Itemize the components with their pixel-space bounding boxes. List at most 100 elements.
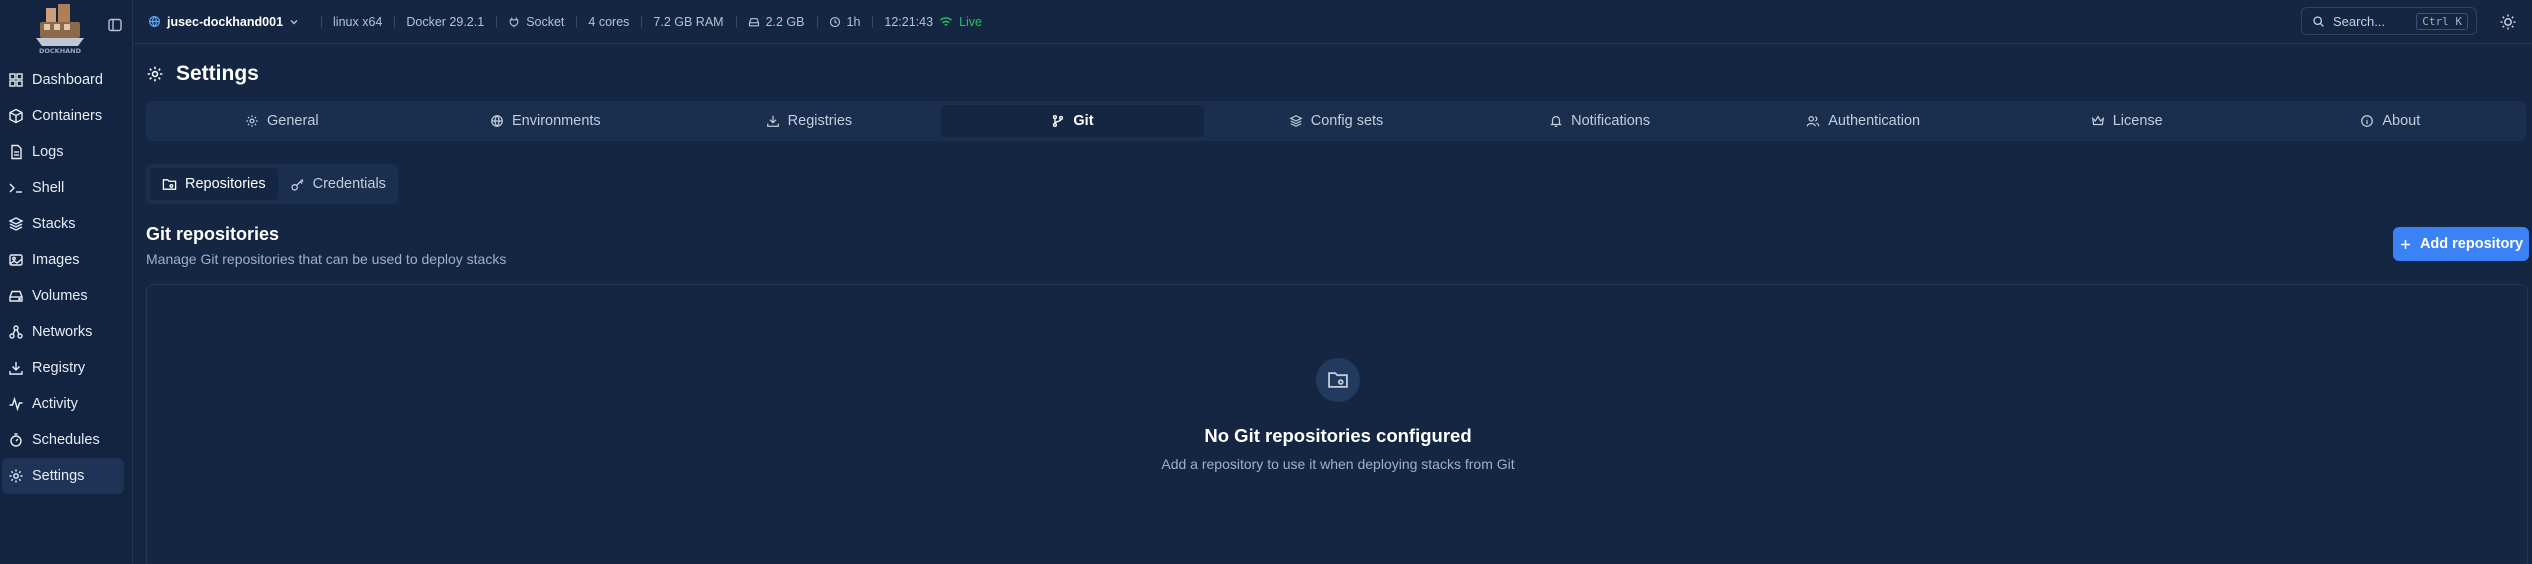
tab-registries[interactable]: Registries	[677, 105, 941, 137]
sidebar-item-label: Activity	[32, 396, 78, 412]
globe-icon	[491, 115, 503, 128]
page-title-text: Settings	[176, 62, 259, 85]
cores-text: 4 cores	[588, 14, 630, 29]
add-repository-label: Add repository	[2419, 236, 2524, 252]
search-shortcut: Ctrl K	[2416, 13, 2468, 30]
tab-label: About	[2382, 113, 2421, 129]
docker-version-text: Docker 29.2.1	[406, 14, 485, 29]
git-branch-icon	[1053, 115, 1064, 127]
sidebar-collapse-button[interactable]	[104, 14, 126, 36]
key-icon	[291, 178, 304, 191]
live-status: 12:21:43 Live	[872, 15, 994, 29]
add-repository-button[interactable]: Add repository	[2393, 227, 2529, 261]
sidebar-item-label: Logs	[32, 144, 64, 160]
hard-drive-icon	[748, 17, 759, 26]
tab-label: Registries	[787, 113, 853, 129]
search-icon	[2313, 15, 2324, 27]
subtab-label: Repositories	[185, 176, 266, 192]
search-placeholder: Search...	[2333, 13, 2386, 29]
sidebar-item-label: Shell	[32, 180, 65, 196]
tab-label: Authentication	[1828, 113, 1921, 129]
tab-label: Notifications	[1571, 113, 1651, 129]
crown-icon	[2091, 115, 2104, 126]
platform-text: linux x64	[333, 14, 383, 29]
uptime-text: 1h	[846, 14, 861, 29]
tab-environments[interactable]: Environments	[414, 105, 678, 137]
repositories-panel	[146, 284, 2528, 564]
users-icon	[1806, 116, 1820, 127]
plus-icon	[2400, 239, 2410, 249]
sidebar-item-label: Volumes	[32, 288, 88, 304]
sidebar-item-label: Dashboard	[32, 72, 103, 88]
sidebar-item-label: Registry	[32, 360, 86, 376]
subtab-repositories[interactable]: Repositories	[150, 168, 278, 200]
subtab-credentials[interactable]: Credentials	[278, 168, 398, 200]
tab-authentication[interactable]: Authentication	[1731, 105, 1995, 137]
download-icon	[9, 362, 23, 375]
terminal-icon	[9, 183, 22, 193]
tab-label: Config sets	[1310, 113, 1384, 129]
sidebar: DOCKHAND Dashboard Containers Logs Shell…	[0, 0, 133, 564]
chevron-down-icon	[290, 19, 298, 24]
dockhand-logo[interactable]: DOCKHAND	[30, 0, 90, 56]
uptime-info: 1h	[816, 14, 873, 29]
network-icon	[9, 325, 23, 339]
logo-text: DOCKHAND	[39, 47, 82, 55]
disk-info: 2.2 GB	[735, 14, 817, 29]
layers-icon	[8, 217, 24, 231]
subtab-label: Credentials	[312, 176, 386, 192]
sidebar-item-dashboard[interactable]: Dashboard	[2, 62, 124, 98]
empty-state-subtitle: Add a repository to use it when deployin…	[1161, 456, 1515, 472]
empty-state-icon-container	[1316, 358, 1360, 402]
settings-tabs: General Environments Registries Git Conf…	[146, 101, 2526, 141]
panel-left-icon	[108, 18, 122, 32]
tab-label: General	[266, 113, 319, 129]
tab-about[interactable]: About	[2259, 105, 2523, 137]
disk-text: 2.2 GB	[765, 14, 805, 29]
sidebar-item-logs[interactable]: Logs	[2, 134, 124, 170]
clock-icon	[829, 16, 840, 27]
environment-selector[interactable]: jusec-dockhand001	[134, 15, 311, 29]
gear-icon	[246, 115, 258, 127]
download-icon	[766, 115, 779, 127]
folder-git-icon	[162, 178, 177, 190]
tab-label: Git	[1073, 113, 1094, 129]
tab-git[interactable]: Git	[940, 105, 1205, 137]
tab-label: Environments	[512, 113, 601, 129]
platform-info: linux x64	[321, 15, 394, 29]
section-subtitle: Manage Git repositories that can be used…	[146, 251, 507, 267]
docker-version: Docker 29.2.1	[394, 15, 496, 29]
tab-general[interactable]: General	[150, 105, 414, 137]
globe-icon	[149, 16, 160, 28]
sidebar-item-networks[interactable]: Networks	[2, 314, 124, 350]
tab-license[interactable]: License	[1995, 105, 2259, 137]
file-text-icon	[11, 144, 22, 160]
sidebar-item-registry[interactable]: Registry	[2, 350, 124, 386]
tab-config-sets[interactable]: Config sets	[1204, 105, 1468, 137]
cpu-cores: 4 cores	[576, 15, 641, 29]
connection-type: Socket	[496, 15, 576, 29]
tab-notifications[interactable]: Notifications	[1468, 105, 1732, 137]
tab-label: License	[2112, 113, 2163, 129]
gear-icon	[147, 66, 163, 82]
bell-icon	[1550, 116, 1562, 127]
sidebar-item-label: Images	[32, 252, 80, 268]
sidebar-item-shell[interactable]: Shell	[2, 170, 124, 206]
sidebar-item-activity[interactable]: Activity	[2, 386, 124, 422]
hard-drive-icon	[9, 290, 23, 302]
sun-icon[interactable]	[2498, 12, 2518, 32]
environment-name: jusec-dockhand001	[167, 14, 284, 29]
sidebar-item-label: Stacks	[32, 216, 76, 232]
sidebar-item-volumes[interactable]: Volumes	[2, 278, 124, 314]
sidebar-item-images[interactable]: Images	[2, 242, 124, 278]
ram-text: 7.2 GB RAM	[653, 14, 724, 29]
sidebar-item-label: Containers	[32, 108, 103, 124]
folder-git-icon	[1328, 372, 1348, 388]
search-input[interactable]: Search... Ctrl K	[2301, 7, 2477, 35]
connection-text: Socket	[526, 14, 565, 29]
sidebar-item-containers[interactable]: Containers	[2, 98, 124, 134]
sidebar-item-stacks[interactable]: Stacks	[2, 206, 124, 242]
info-icon	[2361, 115, 2374, 127]
empty-state-title: No Git repositories configured	[1204, 425, 1472, 446]
box-icon	[9, 108, 23, 124]
